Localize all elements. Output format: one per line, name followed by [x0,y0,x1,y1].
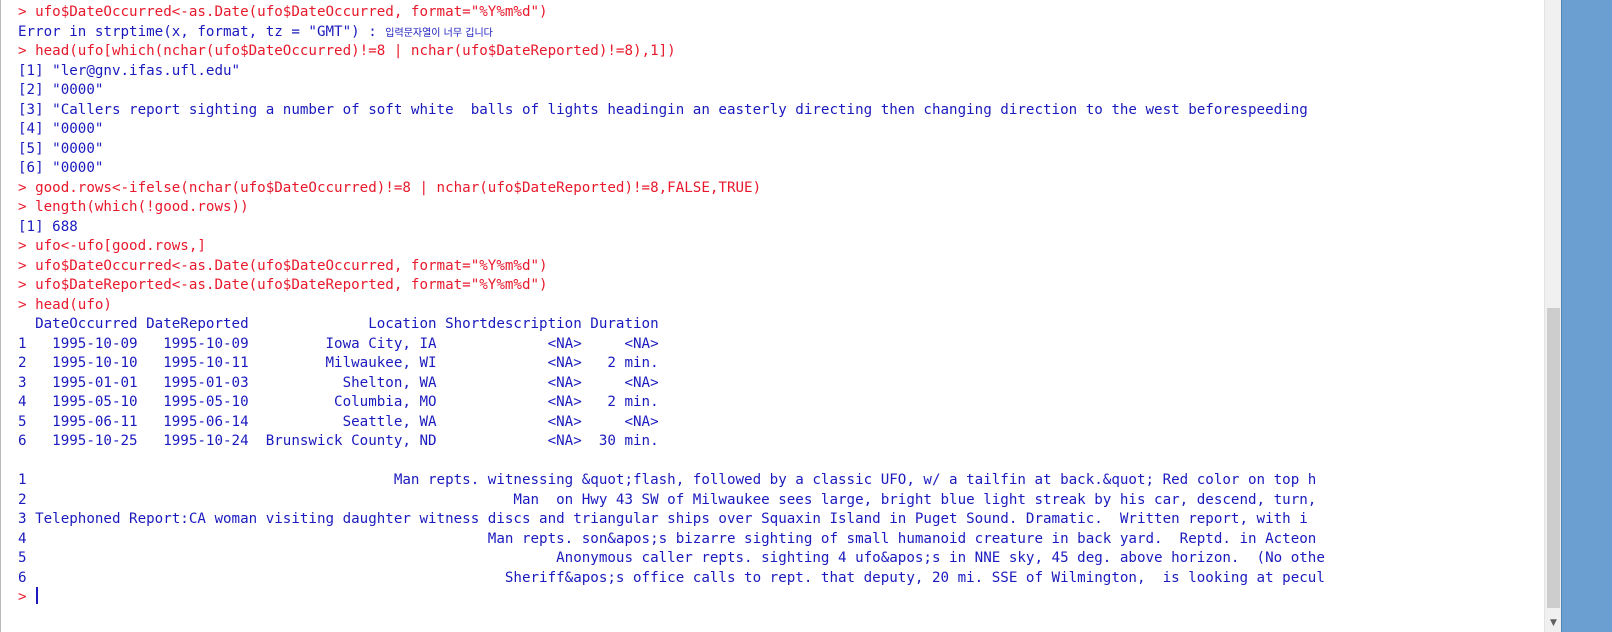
console-output-line: 2 1995-10-10 1995-10-11 Milwaukee, WI <N… [18,353,1545,373]
console-output-line: [1] "ler@gnv.ifas.ufl.edu"$ [18,61,1545,81]
console-output-line: 6 1995-10-25 1995-10-24 Brunswick County… [18,431,1545,451]
line-text: > good.rows<-ifelse(nchar(ufo$DateOccurr… [18,179,762,196]
line-text: > ufo$DateReported<-as.Date(ufo$DateRepo… [18,277,548,293]
line-text: 1 Man repts. witnessing &quot;flash, fol… [18,472,1317,488]
line-text: 5 Anonymous caller repts. sighting 4 ufo… [18,550,1325,566]
line-text: > ufo$DateOccurred<-as.Date(ufo$DateOccu… [18,257,548,274]
console-output-line: 4 1995-05-10 1995-05-10 Columbia, MO <NA… [18,392,1545,412]
console-output-line: 5 1995-06-11 1995-06-14 Seattle, WA <NA>… [18,412,1545,432]
line-text: Error in strptime(x, format, tz = "GMT")… [18,23,386,40]
line-text: 3 1995-01-01 1995-01-03 Shelton, WA <NA>… [18,374,659,391]
line-text: [1] 688 [18,218,78,235]
line-text: 5 1995-06-11 1995-06-14 Seattle, WA <NA>… [18,413,659,430]
console-command-line: > ufo<-ufo[good.rows,] [18,236,1545,256]
line-text: 4 Man repts. son&apos;s bizarre sighting… [18,530,1325,547]
console-output-line: 3 Telephoned Report:CA woman visiting da… [18,509,1545,529]
console-command-line: > ufo$DateOccurred<-as.Date(ufo$DateOccu… [18,256,1545,276]
line-text: DateOccurred DateReported Location Short… [18,316,659,332]
console-output-line: [2] "0000"$ [18,80,1545,100]
line-text: 4 1995-05-10 1995-05-10 Columbia, MO <NA… [18,394,659,410]
console-output-line: 5 Anonymous caller repts. sighting 4 ufo… [18,548,1545,568]
vertical-scrollbar[interactable]: ▼ [1544,0,1562,632]
line-text: 1 1995-10-09 1995-10-09 Iowa City, IA <N… [18,335,659,352]
console-output-line: 3 1995-01-01 1995-01-03 Shelton, WA <NA>… [18,373,1545,393]
console-command-line: > ufo$DateOccurred<-as.Date(ufo$DateOccu… [18,2,1545,22]
scrollbar-thumb[interactable] [1547,308,1560,608]
text-cursor [36,587,39,604]
console-output-line: Error in strptime(x, format, tz = "GMT")… [18,22,1545,42]
console-output-line: $ [18,451,1545,471]
console-output-line: 6 Sheriff&apos;s office calls to rept. t… [18,568,1545,588]
console-output-line: [1] 688 [18,217,1545,237]
console-output-line: 1 1995-10-09 1995-10-09 Iowa City, IA <N… [18,334,1545,354]
line-text: > head(ufo) [18,296,112,313]
scroll-down-arrow-icon[interactable]: ▼ [1545,615,1562,632]
console-output-line: 2 Man on Hwy 43 SW of Milwaukee sees lar… [18,490,1545,510]
console-output-line: [6] "0000"$ [18,158,1545,178]
line-text: 3 Telephoned Report:CA woman visiting da… [18,511,1308,527]
console-output-line: 4 Man repts. son&apos;s bizarre sighting… [18,529,1545,549]
line-text: > ufo<-ufo[good.rows,] [18,238,206,254]
console-output-line: [5] "0000"$ [18,139,1545,159]
console-output-line: 1 Man repts. witnessing &quot;flash, fol… [18,470,1545,490]
error-message-text: 입력문자열이 너무 깁니다 [385,27,493,39]
line-text: [1] "ler@gnv.ifas.ufl.edu" [18,62,241,79]
console-prompt[interactable]: > [18,587,1545,607]
line-text: 2 Man on Hwy 43 SW of Milwaukee sees lar… [18,491,1325,508]
line-text: 6 Sheriff&apos;s office calls to rept. t… [18,569,1325,586]
line-text: > head(ufo[which(nchar(ufo$DateOccurred)… [18,43,676,59]
line-text: 2 1995-10-10 1995-10-11 Milwaukee, WI <N… [18,355,659,371]
console-output-line: [3] "Callers report sighting a number of… [18,100,1545,120]
line-text: [5] "0000" [18,140,104,157]
console-command-line: > head(ufo) [18,295,1545,315]
line-text: 6 1995-10-25 1995-10-24 Brunswick County… [18,433,659,449]
console-output-line: DateOccurred DateReported Location Short… [18,314,1545,334]
console-command-line: > head(ufo[which(nchar(ufo$DateOccurred)… [18,41,1545,61]
line-text: > ufo$DateOccurred<-as.Date(ufo$DateOccu… [18,4,548,20]
console-command-line: > ufo$DateReported<-as.Date(ufo$DateRepo… [18,275,1545,295]
console-command-line: > good.rows<-ifelse(nchar(ufo$DateOccurr… [18,178,1545,198]
line-text: [3] "Callers report sighting a number of… [18,101,1308,118]
prompt-symbol: > [18,589,36,605]
window-frame-edge [1561,0,1612,632]
line-text: [4] "0000" [18,121,104,137]
line-text: > length(which(!good.rows)) [18,199,249,215]
line-text: [6] "0000" [18,160,104,176]
r-console-output[interactable]: > ufo$DateOccurred<-as.Date(ufo$DateOccu… [0,0,1545,632]
console-command-line: > length(which(!good.rows)) [18,197,1545,217]
console-output-line: [4] "0000"$ [18,119,1545,139]
line-text: [2] "0000" [18,82,104,98]
